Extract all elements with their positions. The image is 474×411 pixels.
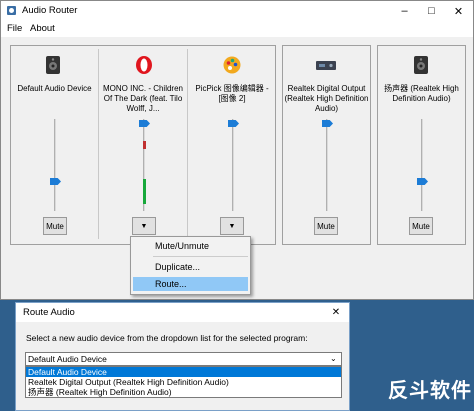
device-label: Realtek Digital Output (Realtek High Def… — [284, 84, 369, 113]
route-dropdown-button[interactable]: ▼ — [220, 217, 244, 235]
close-icon[interactable]: ✕ — [326, 305, 346, 320]
window-title: Audio Router — [22, 5, 78, 16]
app-label: PicPick 图像编辑器 - [图像 2] — [195, 84, 269, 103]
mute-button[interactable]: Mute — [314, 217, 338, 235]
menu-item-mute-unmute[interactable]: Mute/Unmute — [155, 241, 209, 251]
device-label: Default Audio Device — [17, 84, 92, 93]
divider — [98, 49, 99, 239]
menu-separator — [153, 256, 248, 257]
volume-track — [54, 119, 56, 211]
digital-output-icon — [316, 61, 336, 70]
app-icon — [7, 6, 16, 15]
chevron-down-icon: ⌄ — [330, 354, 337, 363]
volume-track — [421, 119, 423, 211]
menu-about[interactable]: About — [30, 23, 55, 34]
watermark-text: 反斗软件 — [388, 380, 472, 402]
device-select[interactable]: Default Audio Device ⌄ — [25, 352, 342, 366]
selected-value: Default Audio Device — [28, 354, 107, 364]
mute-button[interactable]: Mute — [409, 217, 433, 235]
context-menu: Mute/Unmute Duplicate... Route... — [130, 236, 251, 295]
divider — [187, 49, 188, 239]
mute-button[interactable]: Mute — [43, 217, 67, 235]
volume-track — [326, 119, 328, 211]
menu-bar — [1, 21, 473, 37]
title-bar: Audio Router – □ ✕ — [1, 1, 473, 21]
menu-item-route[interactable]: Route... — [155, 279, 187, 289]
peak-indicator — [143, 141, 146, 149]
volume-track — [232, 119, 234, 211]
close-button[interactable]: ✕ — [445, 1, 472, 21]
dialog-prompt: Select a new audio device from the dropd… — [26, 333, 308, 343]
menu-file[interactable]: File — [7, 23, 22, 34]
dialog-title: Route Audio — [23, 307, 75, 318]
option-item[interactable]: Realtek Digital Output (Realtek High Def… — [28, 377, 229, 387]
route-audio-dialog: Route Audio ✕ Select a new audio device … — [15, 302, 350, 411]
option-item[interactable]: Default Audio Device — [28, 367, 107, 377]
dialog-title-bar: Route Audio ✕ — [16, 303, 349, 322]
maximize-button[interactable]: □ — [418, 1, 445, 21]
app-label: MONO INC. - Children Of The Dark (feat. … — [102, 84, 183, 113]
device-label: 扬声器 (Realtek High Definition Audio) — [384, 84, 459, 103]
route-dropdown-button[interactable]: ▼ — [132, 217, 156, 235]
speaker-icon — [414, 56, 428, 74]
speaker-icon — [46, 56, 60, 74]
minimize-button[interactable]: – — [391, 1, 418, 21]
vu-meter — [143, 179, 146, 204]
device-option-list: Default Audio Device Realtek Digital Out… — [25, 366, 342, 398]
opera-icon — [136, 56, 152, 74]
option-item[interactable]: 扬声器 (Realtek High Definition Audio) — [28, 387, 172, 397]
picpick-icon — [223, 56, 241, 74]
menu-item-duplicate[interactable]: Duplicate... — [155, 262, 200, 272]
menu-highlight — [133, 277, 248, 291]
